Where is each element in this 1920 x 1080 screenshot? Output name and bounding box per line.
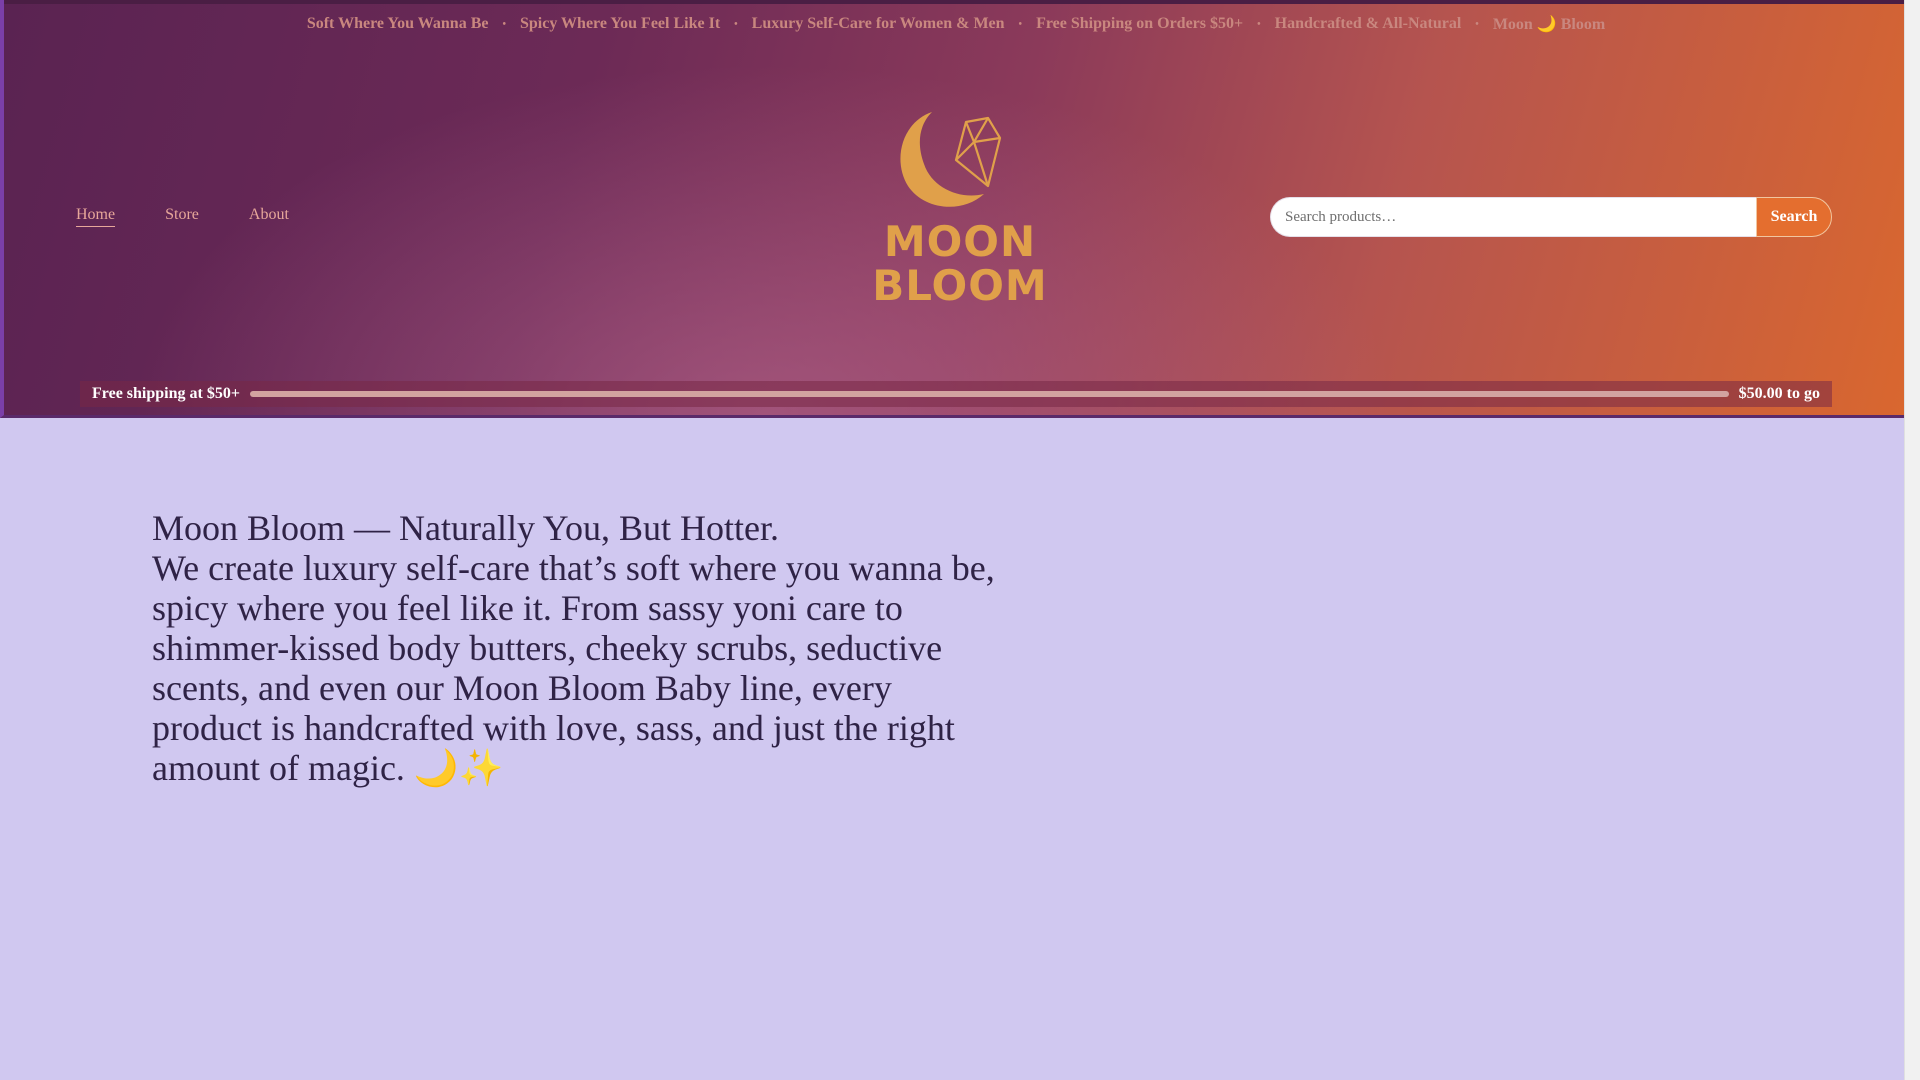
ticker-separator-icon: • (1018, 18, 1023, 30)
ticker-separator-icon: • (734, 18, 738, 30)
site-header: Soft Where You Wanna Be • Spicy Where Yo… (0, 0, 1904, 418)
free-shipping-bar: Free shipping at $50+ $50.00 to go (80, 381, 1832, 407)
shipping-remaining: $50.00 to go (1738, 385, 1820, 402)
hero-title: Moon Bloom — Naturally You, But Hotter. (152, 508, 780, 548)
free-shipping-label: Free shipping at $50+ (92, 385, 240, 402)
shipping-progress-track (249, 391, 1729, 397)
page-scrollbar[interactable] (1904, 0, 1920, 1080)
search-input[interactable] (1270, 197, 1756, 237)
site-logo[interactable]: MOON BLOOM (870, 108, 1050, 308)
logo-line-moon: MOON (883, 217, 1037, 266)
ticker-separator-icon: • (1257, 18, 1261, 30)
ticker-item: Luxury Self-Care for Women & Men (751, 15, 1005, 32)
ticker-separator-icon: • (1475, 18, 1479, 30)
moon-crystal-logo-icon (900, 112, 1002, 207)
hero-body: We create luxury self-care that’s soft w… (152, 548, 995, 788)
ticker-item: Spicy Where You Feel Like It (520, 15, 721, 32)
nav-store-link[interactable]: Store (165, 206, 199, 227)
logo-line-bloom: BLOOM (872, 261, 1048, 310)
product-search-form: Search (1270, 197, 1832, 237)
hero-section: Moon Bloom — Naturally You, But Hotter. … (152, 508, 1002, 788)
nav-home-link[interactable]: Home (76, 206, 116, 227)
page: Soft Where You Wanna Be • Spicy Where Yo… (0, 0, 1920, 1080)
ticker-separator-icon: • (502, 18, 506, 30)
ticker-item: Soft Where You Wanna Be (306, 15, 489, 32)
ticker-item: Handcrafted & All-Natural (1274, 15, 1462, 32)
main-nav: Home Store About (76, 206, 289, 227)
logo-wordmark: MOON BLOOM (870, 220, 1050, 308)
announcement-ticker: Soft Where You Wanna Be • Spicy Where Yo… (4, 14, 1908, 34)
ticker-item: Free Shipping on Orders $50+ (1036, 15, 1244, 32)
ticker-item: Moon 🌙 Bloom (1492, 16, 1606, 33)
search-button[interactable]: Search (1756, 197, 1832, 237)
nav-about-link[interactable]: About (249, 206, 289, 227)
